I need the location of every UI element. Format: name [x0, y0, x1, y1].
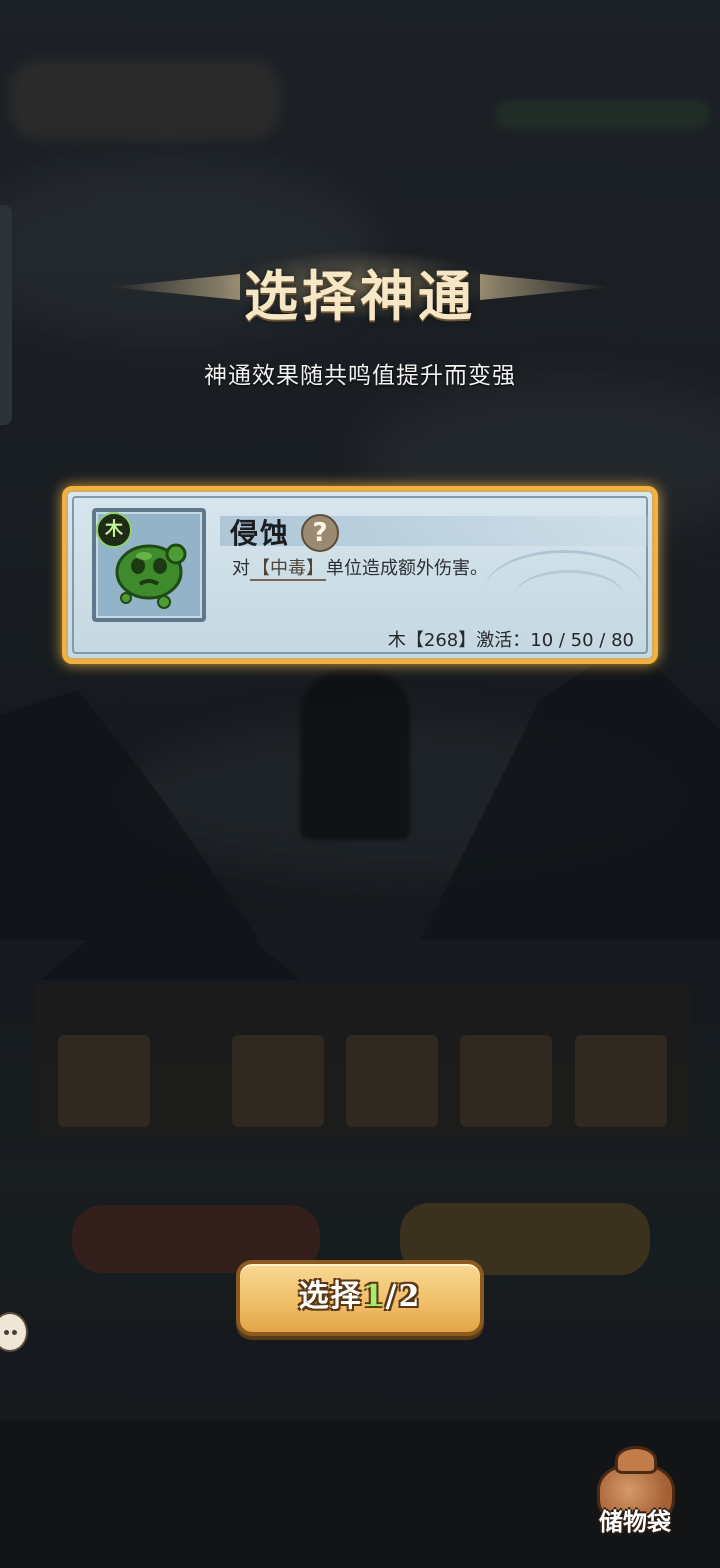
page-subtitle: 神通效果随共鸣值提升而变强 [204, 363, 516, 389]
skill-description: 对【中毒】 单位造成额外伤害。 [232, 554, 488, 581]
skill-name: 侵蚀 [230, 517, 291, 550]
side-drawer-tab[interactable] [0, 205, 12, 425]
selected-count: 1 [362, 1279, 386, 1314]
page-title: 选择神通 [244, 264, 476, 328]
select-button-label: 选择 [298, 1279, 363, 1314]
element-badge: 木 [96, 512, 132, 548]
select-button[interactable]: 选择1/2 [236, 1260, 484, 1336]
skill-card[interactable]: 木 侵蚀 ? 对【中毒】 单位造成额外伤害。 木【268】激活：10 / 50 /… [62, 486, 658, 664]
count-separator: / [385, 1279, 399, 1314]
desc-prefix: 对 [232, 558, 250, 579]
total-count: 2 [398, 1279, 422, 1314]
storage-bag-button[interactable]: 储物袋 [585, 1440, 685, 1550]
help-icon[interactable]: ? [301, 514, 339, 552]
status-keyword-link[interactable]: 【中毒】 [250, 558, 326, 581]
activation-thresholds: 木【268】激活：10 / 50 / 80 [387, 630, 634, 651]
title-banner: 选择神通 [110, 240, 610, 330]
storage-bag-label: 储物袋 [599, 1508, 671, 1536]
desc-suffix: 单位造成额外伤害。 [326, 558, 488, 579]
